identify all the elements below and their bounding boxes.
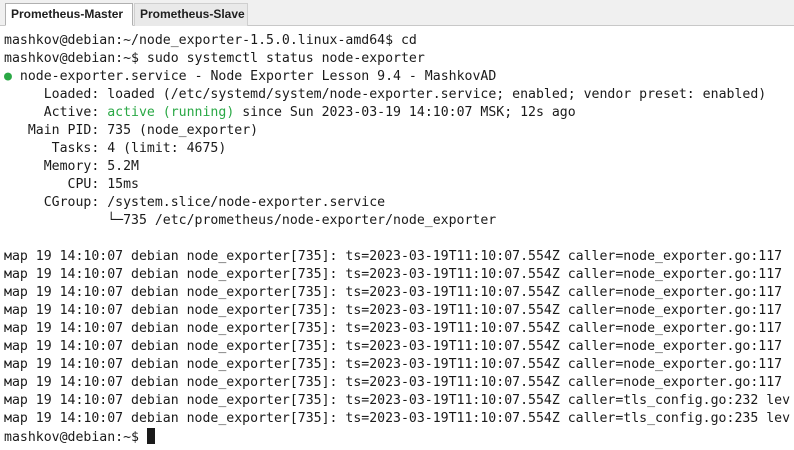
active-label: Active: bbox=[4, 105, 100, 120]
cgroup-line: CGroup: /system.slice/node-exporter.serv… bbox=[4, 194, 385, 212]
cgroup-tree-line: └─735 /etc/prometheus/node-exporter/node… bbox=[4, 213, 497, 228]
log-line: мар 19 14:10:07 debian node_exporter[735… bbox=[4, 321, 783, 336]
loaded-value: loaded (/etc/systemd/system/node-exporte… bbox=[99, 87, 767, 102]
log-line: мар 19 14:10:07 debian node_exporter[735… bbox=[4, 411, 791, 426]
shell-prompt: mashkov@debian:~/node_exporter-1.5.0.lin… bbox=[4, 33, 394, 48]
log-line: мар 19 14:10:07 debian node_exporter[735… bbox=[4, 375, 783, 390]
service-title: node-exporter.service - Node Exporter Le… bbox=[11, 69, 497, 84]
log-line: мар 19 14:10:07 debian node_exporter[735… bbox=[4, 285, 783, 300]
main-pid-line: Main PID: 735 (node_exporter) bbox=[4, 122, 258, 140]
active-line: Active: active (running) since Sun 2023-… bbox=[4, 104, 576, 122]
command-text: cd bbox=[393, 33, 417, 48]
log-line: мар 19 14:10:07 debian node_exporter[735… bbox=[4, 267, 783, 282]
tasks-label: Tasks: bbox=[4, 141, 100, 156]
shell-prompt: mashkov@debian:~$ bbox=[4, 430, 139, 445]
command-line-cd: mashkov@debian:~/node_exporter-1.5.0.lin… bbox=[4, 32, 417, 50]
final-prompt-line[interactable]: mashkov@debian:~$ bbox=[4, 428, 155, 446]
log-line: мар 19 14:10:07 debian node_exporter[735… bbox=[4, 303, 783, 318]
command-text: sudo systemctl status node-exporter bbox=[138, 51, 425, 66]
cpu-line: CPU: 15ms bbox=[4, 176, 139, 194]
main-pid-value: 735 (node_exporter) bbox=[99, 123, 259, 138]
tasks-value: 4 (limit: 4675) bbox=[99, 141, 227, 156]
memory-label: Memory: bbox=[4, 159, 100, 174]
memory-line: Memory: 5.2M bbox=[4, 158, 139, 176]
loaded-line: Loaded: loaded (/etc/systemd/system/node… bbox=[4, 86, 767, 104]
text-cursor bbox=[146, 428, 155, 444]
command-input[interactable] bbox=[139, 430, 147, 445]
memory-value: 5.2M bbox=[99, 159, 139, 174]
terminal-window: Prometheus-Master Prometheus-Slave mashk… bbox=[0, 0, 794, 450]
active-since: since Sun 2023-03-19 14:10:07 MSK; 12s a… bbox=[234, 105, 576, 120]
service-header-line: ● node-exporter.service - Node Exporter … bbox=[4, 68, 496, 86]
status-dot-icon: ● bbox=[4, 69, 12, 84]
cgroup-label: CGroup: bbox=[4, 195, 100, 210]
log-line: мар 19 14:10:07 debian node_exporter[735… bbox=[4, 339, 783, 354]
cpu-label: CPU: bbox=[4, 177, 100, 192]
terminal-output[interactable]: mashkov@debian:~/node_exporter-1.5.0.lin… bbox=[0, 26, 794, 450]
tab-prometheus-slave[interactable]: Prometheus-Slave bbox=[134, 3, 248, 26]
log-line: мар 19 14:10:07 debian node_exporter[735… bbox=[4, 357, 783, 372]
log-line: мар 19 14:10:07 debian node_exporter[735… bbox=[4, 393, 791, 408]
tab-bar: Prometheus-Master Prometheus-Slave bbox=[0, 0, 794, 26]
loaded-label: Loaded: bbox=[4, 87, 100, 102]
main-pid-label: Main PID: bbox=[4, 123, 100, 138]
tab-prometheus-master[interactable]: Prometheus-Master bbox=[5, 3, 133, 26]
command-line-systemctl: mashkov@debian:~$ sudo systemctl status … bbox=[4, 50, 425, 68]
cgroup-value: /system.slice/node-exporter.service bbox=[99, 195, 386, 210]
tasks-line: Tasks: 4 (limit: 4675) bbox=[4, 140, 227, 158]
log-line: мар 19 14:10:07 debian node_exporter[735… bbox=[4, 249, 783, 264]
active-status: active (running) bbox=[99, 105, 235, 120]
shell-prompt: mashkov@debian:~$ bbox=[4, 51, 139, 66]
cpu-value: 15ms bbox=[99, 177, 139, 192]
